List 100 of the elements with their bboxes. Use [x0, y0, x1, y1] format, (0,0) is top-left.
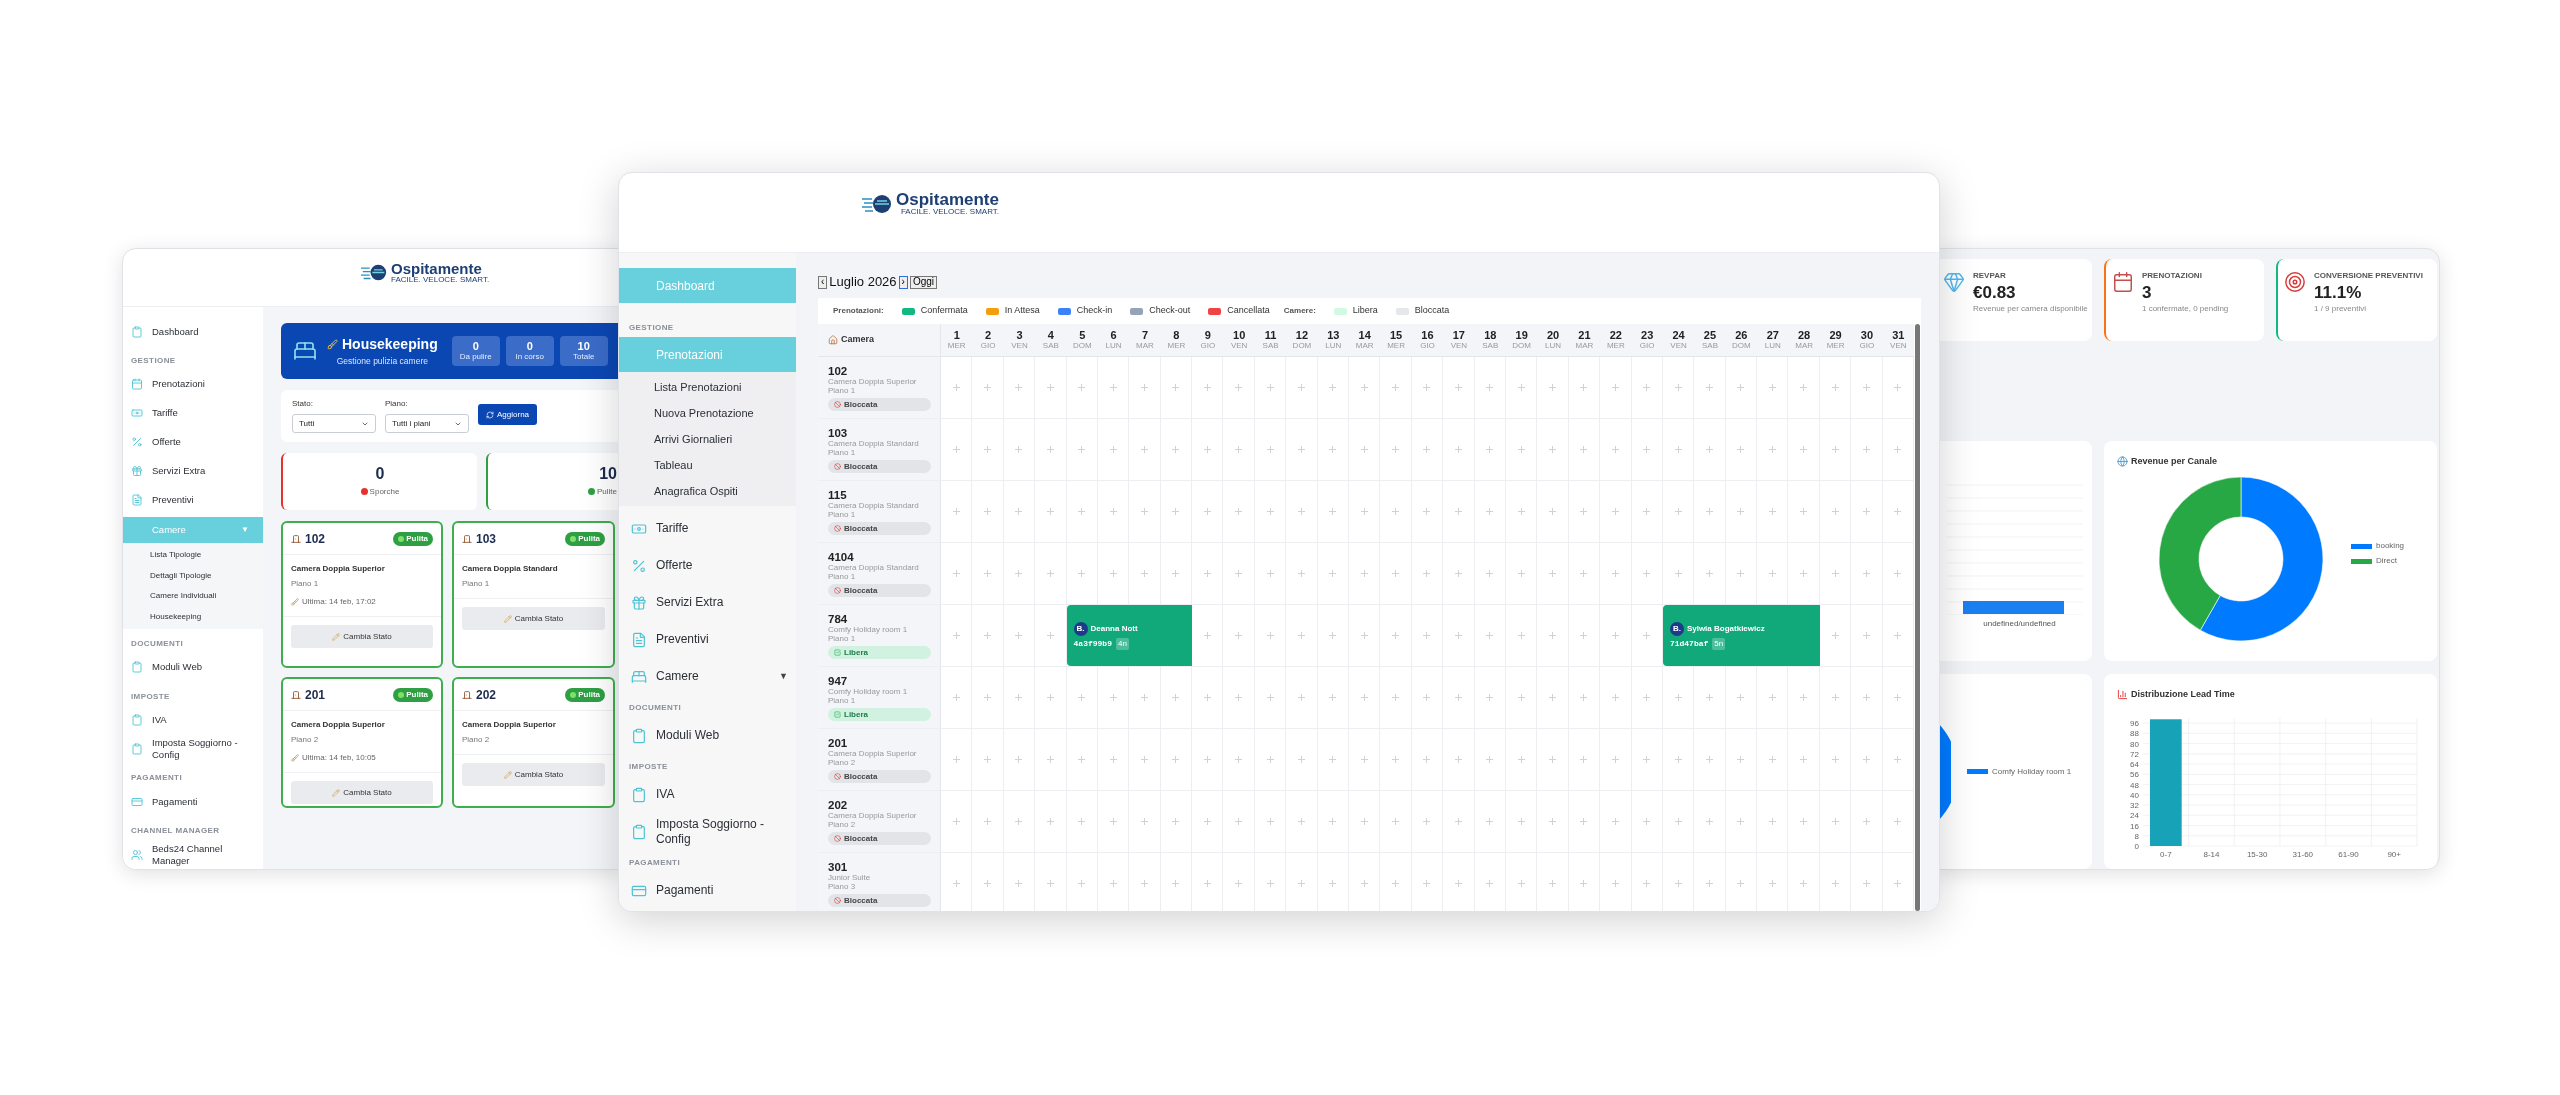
- plus-icon[interactable]: [1517, 446, 1525, 453]
- sidebar-item[interactable]: Pagamenti: [123, 787, 263, 817]
- plus-icon[interactable]: [1611, 384, 1619, 391]
- plus-icon[interactable]: [1862, 632, 1870, 639]
- plus-icon[interactable]: [1172, 508, 1180, 515]
- plus-icon[interactable]: [1643, 446, 1651, 453]
- plus-icon[interactable]: [1486, 632, 1494, 639]
- plus-icon[interactable]: [1297, 880, 1305, 887]
- sidebar-item[interactable]: Moduli Web: [619, 717, 796, 754]
- plus-icon[interactable]: [1454, 446, 1462, 453]
- plus-icon[interactable]: [1266, 570, 1274, 577]
- plus-icon[interactable]: [1235, 508, 1243, 515]
- plus-icon[interactable]: [1360, 756, 1368, 763]
- sidebar-item[interactable]: Preventivi: [123, 485, 263, 515]
- plus-icon[interactable]: [1611, 508, 1619, 515]
- plus-icon[interactable]: [1360, 446, 1368, 453]
- plus-icon[interactable]: [1015, 570, 1023, 577]
- plus-icon[interactable]: [1831, 570, 1839, 577]
- plus-icon[interactable]: [1392, 880, 1400, 887]
- plus-icon[interactable]: [1329, 818, 1337, 825]
- plus-icon[interactable]: [1172, 694, 1180, 701]
- plus-icon[interactable]: [1580, 818, 1588, 825]
- plus-icon[interactable]: [1486, 880, 1494, 887]
- select-field[interactable]: Tutti: [292, 414, 376, 433]
- plus-icon[interactable]: [1580, 694, 1588, 701]
- plus-icon[interactable]: [1172, 818, 1180, 825]
- plus-icon[interactable]: [1705, 570, 1713, 577]
- plus-icon[interactable]: [1611, 446, 1619, 453]
- plus-icon[interactable]: [1611, 880, 1619, 887]
- plus-icon[interactable]: [1172, 446, 1180, 453]
- plus-icon[interactable]: [1015, 756, 1023, 763]
- plus-icon[interactable]: [1517, 694, 1525, 701]
- plus-icon[interactable]: [1141, 818, 1148, 825]
- plus-icon[interactable]: [1015, 694, 1023, 701]
- plus-icon[interactable]: [1078, 818, 1086, 825]
- plus-icon[interactable]: [1141, 756, 1148, 763]
- plus-icon[interactable]: [1203, 694, 1211, 701]
- plus-icon[interactable]: [1297, 446, 1305, 453]
- plus-icon[interactable]: [1203, 880, 1211, 887]
- plus-icon[interactable]: [1329, 384, 1337, 391]
- plus-icon[interactable]: [952, 880, 960, 887]
- plus-icon[interactable]: [1611, 570, 1619, 577]
- plus-icon[interactable]: [1109, 756, 1117, 763]
- refresh-button[interactable]: Aggiorna: [478, 404, 538, 425]
- plus-icon[interactable]: [1894, 446, 1902, 453]
- plus-icon[interactable]: [1078, 508, 1086, 515]
- plus-icon[interactable]: [1894, 508, 1902, 515]
- plus-icon[interactable]: [1862, 880, 1870, 887]
- plus-icon[interactable]: [984, 446, 992, 453]
- plus-icon[interactable]: [1894, 756, 1902, 763]
- plus-icon[interactable]: [1423, 570, 1431, 577]
- plus-icon[interactable]: [1266, 508, 1274, 515]
- plus-icon[interactable]: [1329, 570, 1337, 577]
- plus-icon[interactable]: [1549, 818, 1557, 825]
- plus-icon[interactable]: [1611, 694, 1619, 701]
- sidebar-item[interactable]: Pagamenti: [619, 872, 796, 909]
- plus-icon[interactable]: [1611, 632, 1619, 639]
- plus-icon[interactable]: [1172, 756, 1180, 763]
- plus-icon[interactable]: [1862, 508, 1870, 515]
- plus-icon[interactable]: [1674, 384, 1682, 391]
- plus-icon[interactable]: [1109, 694, 1117, 701]
- plus-icon[interactable]: [1486, 384, 1494, 391]
- plus-icon[interactable]: [1580, 756, 1588, 763]
- plus-icon[interactable]: [1737, 508, 1745, 515]
- plus-icon[interactable]: [1109, 384, 1117, 391]
- plus-icon[interactable]: [1392, 818, 1400, 825]
- sidebar-item[interactable]: Dashboard: [123, 317, 263, 346]
- plus-icon[interactable]: [1454, 384, 1462, 391]
- plus-icon[interactable]: [1674, 880, 1682, 887]
- plus-icon[interactable]: [1737, 446, 1745, 453]
- plus-icon[interactable]: [1046, 756, 1054, 763]
- plus-icon[interactable]: [1862, 446, 1870, 453]
- plus-icon[interactable]: [1894, 632, 1902, 639]
- plus-icon[interactable]: [1549, 570, 1557, 577]
- plus-icon[interactable]: [1203, 508, 1211, 515]
- plus-icon[interactable]: [1046, 570, 1054, 577]
- plus-icon[interactable]: [984, 570, 992, 577]
- plus-icon[interactable]: [1235, 818, 1243, 825]
- plus-icon[interactable]: [1517, 756, 1525, 763]
- plus-icon[interactable]: [1862, 570, 1870, 577]
- plus-icon[interactable]: [1643, 880, 1651, 887]
- sidebar-item[interactable]: Servizi Extra: [619, 584, 796, 621]
- plus-icon[interactable]: [1203, 818, 1211, 825]
- plus-icon[interactable]: [1141, 570, 1148, 577]
- today-button[interactable]: Oggi: [909, 275, 938, 289]
- plus-icon[interactable]: [1580, 880, 1588, 887]
- plus-icon[interactable]: [1768, 880, 1776, 887]
- plus-icon[interactable]: [952, 446, 960, 453]
- plus-icon[interactable]: [1800, 880, 1808, 887]
- plus-icon[interactable]: [1517, 880, 1525, 887]
- submenu-item[interactable]: Camere Individuali: [123, 586, 263, 607]
- plus-icon[interactable]: [1831, 880, 1839, 887]
- booking-block[interactable]: B. Deanna Nott 4a3f99b9 4n: [1066, 605, 1193, 666]
- plus-icon[interactable]: [1737, 880, 1745, 887]
- plus-icon[interactable]: [1015, 508, 1023, 515]
- plus-icon[interactable]: [1423, 694, 1431, 701]
- sidebar-item[interactable]: Moduli Web: [123, 652, 263, 682]
- plus-icon[interactable]: [1046, 880, 1054, 887]
- plus-icon[interactable]: [1768, 570, 1776, 577]
- plus-icon[interactable]: [1392, 756, 1400, 763]
